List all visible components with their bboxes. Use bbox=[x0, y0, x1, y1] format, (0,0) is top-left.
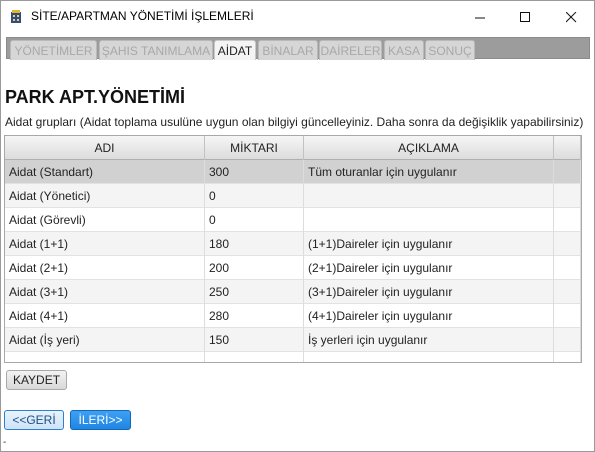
table-row[interactable]: Aidat (Görevli) 0 bbox=[5, 208, 581, 232]
column-header-aciklama[interactable]: AÇIKLAMA bbox=[304, 136, 554, 160]
table-row[interactable]: Aidat (1+1) 180 (1+1)Daireler için uygul… bbox=[5, 232, 581, 256]
tab-daireler[interactable]: DAİRELER bbox=[319, 40, 382, 60]
column-header-extra bbox=[554, 136, 581, 160]
save-button[interactable]: KAYDET bbox=[6, 370, 67, 390]
cell-description[interactable]: (1+1)Daireler için uygulanır bbox=[304, 232, 554, 256]
tab-sonuc[interactable]: SONUÇ bbox=[425, 40, 475, 60]
cell-amount[interactable]: 280 bbox=[205, 304, 304, 328]
cell-name[interactable]: Aidat (2+1) bbox=[5, 256, 205, 280]
cell-amount[interactable]: 0 bbox=[205, 184, 304, 208]
cell-amount[interactable]: 200 bbox=[205, 256, 304, 280]
aidat-table: ADI MİKTARI AÇIKLAMA Aidat (Standart) 30… bbox=[4, 135, 582, 363]
cell-description[interactable]: (2+1)Daireler için uygulanır bbox=[304, 256, 554, 280]
cell-description[interactable]: (4+1)Daireler için uygulanır bbox=[304, 304, 554, 328]
minimize-button[interactable] bbox=[458, 1, 503, 33]
table-row[interactable]: Aidat (Yönetici) 0 bbox=[5, 184, 581, 208]
cell-name[interactable]: Aidat (4+1) bbox=[5, 304, 205, 328]
cell-name[interactable]: Aidat (Standart) bbox=[5, 160, 205, 184]
cell-amount[interactable]: 300 bbox=[205, 160, 304, 184]
window-title: SİTE/APARTMAN YÖNETİMİ İŞLEMLERİ bbox=[31, 9, 254, 23]
cell-amount[interactable]: 250 bbox=[205, 280, 304, 304]
table-row[interactable]: Aidat (Standart) 300 Tüm oturanlar için … bbox=[5, 160, 581, 184]
maximize-button[interactable] bbox=[503, 1, 548, 33]
cell-amount[interactable]: 180 bbox=[205, 232, 304, 256]
app-icon bbox=[11, 10, 21, 23]
tab-kasa[interactable]: KASA bbox=[384, 40, 424, 60]
cell-description[interactable] bbox=[304, 208, 554, 232]
tab-strip: YÖNETİMLER ŞAHIS TANIMLAMA AİDAT BİNALAR… bbox=[6, 37, 590, 60]
cell-extra bbox=[554, 304, 581, 328]
cell-extra bbox=[554, 256, 581, 280]
maximize-icon bbox=[520, 11, 530, 22]
close-icon bbox=[566, 11, 577, 22]
table-header: ADI MİKTARI AÇIKLAMA bbox=[5, 136, 581, 160]
cell-name[interactable]: Aidat (Yönetici) bbox=[5, 184, 205, 208]
cell-description[interactable]: (3+1)Daireler için uygulanır bbox=[304, 280, 554, 304]
tab-sahis-tanimlama[interactable]: ŞAHIS TANIMLAMA bbox=[99, 40, 213, 60]
cell-amount[interactable]: 150 bbox=[205, 328, 304, 352]
tab-binalar[interactable]: BİNALAR bbox=[258, 40, 318, 60]
column-header-adi[interactable]: ADI bbox=[5, 136, 205, 160]
minimize-icon bbox=[475, 17, 485, 18]
cell-empty bbox=[554, 352, 581, 362]
cell-description[interactable]: İş yerleri için uygulanır bbox=[304, 328, 554, 352]
cell-extra bbox=[554, 328, 581, 352]
cell-empty bbox=[5, 352, 205, 362]
tab-aidat[interactable]: AİDAT bbox=[214, 40, 256, 60]
table-row[interactable]: Aidat (2+1) 200 (2+1)Daireler için uygul… bbox=[5, 256, 581, 280]
page-title: PARK APT.YÖNETİMİ bbox=[5, 87, 186, 107]
column-header-miktari[interactable]: MİKTARI bbox=[205, 136, 304, 160]
cell-description[interactable]: Tüm oturanlar için uygulanır bbox=[304, 160, 554, 184]
close-button[interactable] bbox=[549, 1, 594, 33]
cell-name[interactable]: Aidat (1+1) bbox=[5, 232, 205, 256]
tab-yonetimler[interactable]: YÖNETİMLER bbox=[10, 40, 97, 60]
cell-extra bbox=[554, 232, 581, 256]
cell-extra bbox=[554, 160, 581, 184]
table-row[interactable]: Aidat (İş yeri) 150 İş yerleri için uygu… bbox=[5, 328, 581, 352]
page-subtitle: Aidat grupları (Aidat toplama usulüne uy… bbox=[5, 115, 584, 129]
cell-name[interactable]: Aidat (İş yeri) bbox=[5, 328, 205, 352]
title-bar: SİTE/APARTMAN YÖNETİMİ İŞLEMLERİ bbox=[1, 1, 594, 33]
cell-description[interactable] bbox=[304, 184, 554, 208]
cell-name[interactable]: Aidat (3+1) bbox=[5, 280, 205, 304]
table-row-empty bbox=[5, 352, 581, 362]
table-row[interactable]: Aidat (3+1) 250 (3+1)Daireler için uygul… bbox=[5, 280, 581, 304]
cell-name[interactable]: Aidat (Görevli) bbox=[5, 208, 205, 232]
cell-extra bbox=[554, 208, 581, 232]
cell-empty bbox=[205, 352, 304, 362]
cell-amount[interactable]: 0 bbox=[205, 208, 304, 232]
cell-extra bbox=[554, 280, 581, 304]
cell-extra bbox=[554, 184, 581, 208]
footer-dash: - bbox=[3, 437, 7, 448]
cell-empty bbox=[304, 352, 554, 362]
next-button[interactable]: İLERİ>> bbox=[70, 410, 131, 430]
back-button[interactable]: <<GERİ bbox=[4, 410, 64, 430]
table-row[interactable]: Aidat (4+1) 280 (4+1)Daireler için uygul… bbox=[5, 304, 581, 328]
